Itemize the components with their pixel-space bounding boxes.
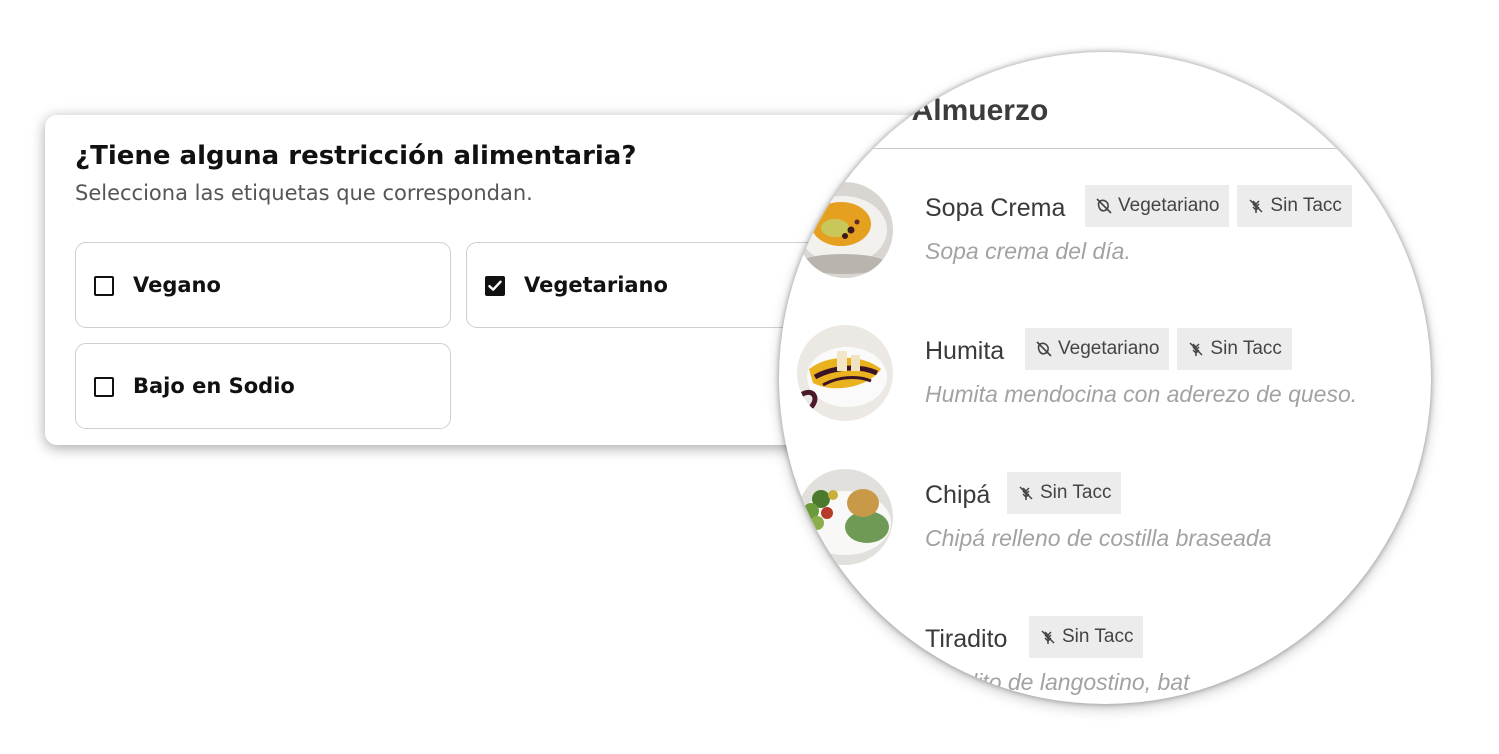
option-label: Bajo en Sodio (133, 374, 295, 398)
menu-section-title: as Almuerzo (871, 94, 1049, 127)
checkbox-vegano[interactable] (94, 276, 114, 296)
dish-item[interactable]: Chipá Sin Tacc Chipá relleno de costilla… (779, 469, 1431, 579)
tag-label: Vegetariano (1058, 338, 1160, 359)
tag-sin-tacc: Sin Tacc (1177, 328, 1292, 370)
dish-name: Chipá (925, 481, 991, 509)
checkbox-vegetariano[interactable] (485, 276, 505, 296)
check-icon (488, 280, 502, 291)
tag-label: Sin Tacc (1210, 338, 1282, 359)
dish-tags: Vegetariano Sin Tacc (1025, 328, 1292, 370)
no-wheat-icon (1189, 342, 1203, 356)
no-meat-icon (1036, 341, 1052, 357)
tag-label: Sin Tacc (1270, 195, 1342, 216)
dish-description: Tiradito de langostino, bat (925, 669, 1190, 695)
dish-tags: Sin Tacc (1007, 472, 1122, 514)
section-divider (779, 148, 1431, 149)
tag-sin-tacc: Sin Tacc (1237, 185, 1352, 227)
dish-description: Humita mendocina con aderezo de queso. (925, 381, 1358, 407)
question-subtitle: Selecciona las etiquetas que corresponda… (75, 181, 533, 205)
no-wheat-icon (1019, 486, 1033, 500)
tag-vegetariano: Vegetariano (1085, 185, 1230, 227)
no-wheat-icon (1249, 199, 1263, 213)
dish-description: Sopa crema del día. (925, 238, 1131, 264)
dish-tags: Sin Tacc (1029, 616, 1144, 658)
dish-item[interactable]: Humita Vegetariano Sin Tacc Humita mendo… (779, 325, 1431, 435)
dish-item[interactable]: Tiradito Sin Tacc Tiradito de langostino… (779, 613, 1431, 704)
dish-description: Chipá relleno de costilla braseada (925, 525, 1272, 551)
dish-photo (797, 469, 893, 565)
tag-label: Sin Tacc (1062, 626, 1134, 647)
option-label: Vegano (133, 273, 221, 297)
checkbox-bajo-en-sodio[interactable] (94, 377, 114, 397)
option-label: Vegetariano (524, 273, 668, 297)
tag-label: Sin Tacc (1040, 482, 1112, 503)
tag-label: Vegetariano (1118, 195, 1220, 216)
no-meat-icon (1096, 198, 1112, 214)
tag-sin-tacc: Sin Tacc (1029, 616, 1144, 658)
tag-vegetariano: Vegetariano (1025, 328, 1170, 370)
dish-name: Sopa Crema (925, 194, 1066, 222)
question-title: ¿Tiene alguna restricción alimentaria? (75, 141, 637, 171)
option-vegano[interactable]: Vegano (75, 242, 451, 328)
dish-name: Tiradito (925, 625, 1008, 653)
no-wheat-icon (1041, 630, 1055, 644)
dish-item[interactable]: Sopa Crema Vegetariano Sin Tacc Sopa cre… (779, 182, 1431, 292)
dish-name: Humita (925, 337, 1005, 365)
tag-sin-tacc: Sin Tacc (1007, 472, 1122, 514)
option-bajo-en-sodio[interactable]: Bajo en Sodio (75, 343, 451, 429)
dish-photo (797, 325, 893, 421)
dish-photo (797, 182, 893, 278)
menu-magnifier: as Almuerzo Sopa Crema Vegetariano Sin T… (779, 52, 1431, 704)
dish-tags: Vegetariano Sin Tacc (1085, 185, 1352, 227)
